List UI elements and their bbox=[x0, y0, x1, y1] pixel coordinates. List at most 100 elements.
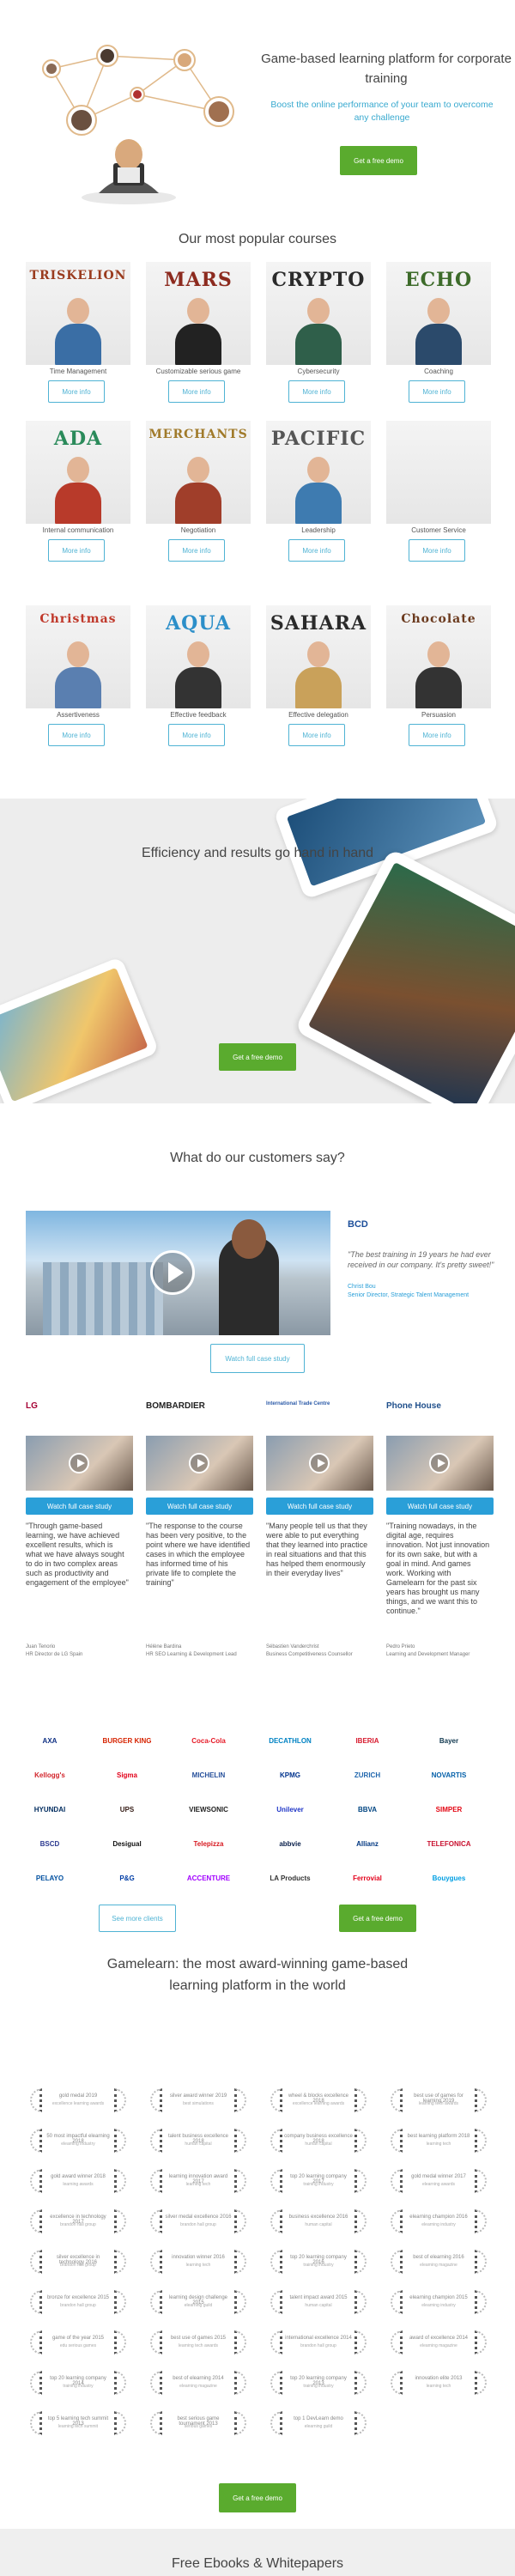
course-image[interactable]: SAHARA bbox=[266, 605, 371, 708]
award-name: gold medal winner 2017 bbox=[411, 2174, 466, 2179]
more-info-button[interactable]: More info bbox=[288, 724, 345, 746]
laurel-right-icon bbox=[475, 2169, 487, 2193]
award-issuer: learning awards bbox=[63, 2182, 94, 2187]
award-badge: international excellence 2014 brandon hal… bbox=[270, 2329, 367, 2356]
award-name: bronze for excellence 2015 bbox=[46, 2295, 110, 2300]
award-badge: top 20 learning company 2017 training ind… bbox=[270, 2167, 367, 2195]
watch-case-study-button[interactable]: Watch full case study bbox=[386, 1498, 494, 1515]
course-image[interactable]: Chocolate bbox=[386, 605, 491, 708]
more-info-button[interactable]: More info bbox=[168, 380, 225, 403]
company-logo: Phone House bbox=[386, 1401, 441, 1411]
laurel-right-icon bbox=[234, 2330, 246, 2354]
course-image[interactable] bbox=[386, 421, 491, 524]
award-name: international excellence 2014 bbox=[285, 2336, 352, 2341]
award-name: best use of games 2015 bbox=[170, 2336, 227, 2341]
award-name: business excellence 2016 bbox=[288, 2215, 348, 2220]
ebooks-title: Free Ebooks & Whitepapers bbox=[171, 2556, 344, 2571]
more-info-button[interactable]: More info bbox=[168, 539, 225, 562]
more-info-button[interactable]: More info bbox=[409, 380, 465, 403]
award-badge: learning innovation award 2017 learning t… bbox=[150, 2167, 246, 2195]
laurel-right-icon bbox=[354, 2088, 367, 2112]
laurel-right-icon bbox=[475, 2088, 487, 2112]
efficiency-demo-button[interactable]: Get a free demo bbox=[219, 1043, 296, 1071]
award-badge: innovation winner 2016 learning tech bbox=[150, 2248, 246, 2275]
award-badge: silver medal excellence 2016 brandon hall… bbox=[150, 2208, 246, 2235]
laurel-left-icon bbox=[270, 2371, 282, 2395]
case-study-video[interactable] bbox=[386, 1436, 494, 1491]
watch-case-study-button[interactable]: Watch full case study bbox=[266, 1498, 373, 1515]
client-logo: UPS bbox=[119, 1805, 135, 1814]
laurel-left-icon bbox=[270, 2209, 282, 2233]
course-name: Coaching bbox=[424, 368, 453, 375]
character-body bbox=[55, 667, 101, 708]
more-info-button[interactable]: More info bbox=[48, 724, 105, 746]
character-body bbox=[295, 324, 342, 365]
course-card: ECHO Coaching More info bbox=[386, 262, 491, 425]
course-image[interactable]: AQUA bbox=[146, 605, 251, 708]
course-image[interactable]: CRYPTO bbox=[266, 262, 371, 365]
more-info-button[interactable]: More info bbox=[48, 539, 105, 562]
more-info-button[interactable]: More info bbox=[48, 380, 105, 403]
laurel-right-icon bbox=[354, 2250, 367, 2274]
award-issuer: elearning guild bbox=[304, 2424, 333, 2429]
play-icon[interactable] bbox=[150, 1250, 195, 1295]
play-icon[interactable] bbox=[429, 1453, 450, 1473]
client-logo: LA Products bbox=[270, 1874, 311, 1882]
awards-demo-button[interactable]: Get a free demo bbox=[219, 2483, 296, 2512]
case-study-video[interactable] bbox=[146, 1436, 253, 1491]
award-issuer: learning tech bbox=[426, 2384, 451, 2389]
more-info-button[interactable]: More info bbox=[288, 380, 345, 403]
award-issuer: learning tech bbox=[185, 2182, 211, 2187]
hero-subtitle: Boost the online performance of your tea… bbox=[270, 100, 494, 123]
award-name: best of elearning 2014 bbox=[173, 2376, 224, 2381]
laurel-left-icon bbox=[30, 2290, 42, 2314]
course-title-art: ADA bbox=[53, 428, 103, 450]
hero-demo-button[interactable]: Get a free demo bbox=[340, 146, 417, 175]
clients-demo-button[interactable]: Get a free demo bbox=[339, 1905, 416, 1932]
course-title-art: CRYPTO bbox=[271, 269, 366, 291]
featured-video[interactable] bbox=[26, 1211, 330, 1335]
featured-case-study-button[interactable]: Watch full case study bbox=[210, 1344, 305, 1373]
client-logo: Allianz bbox=[356, 1839, 379, 1848]
case-study-video[interactable] bbox=[266, 1436, 373, 1491]
award-issuer: human capital bbox=[305, 2303, 332, 2308]
award-issuer: elearning magazine bbox=[420, 2263, 457, 2268]
laurel-right-icon bbox=[114, 2209, 126, 2233]
course-image[interactable]: MERCHANTS bbox=[146, 421, 251, 524]
play-icon[interactable] bbox=[189, 1453, 209, 1473]
award-badge: 50 most impactful elearning 2018 elearnin… bbox=[30, 2127, 126, 2154]
more-info-button[interactable]: More info bbox=[168, 724, 225, 746]
testimonial-author: Sébastien Vanderchrist bbox=[266, 1644, 319, 1649]
watch-case-study-button[interactable]: Watch full case study bbox=[146, 1498, 253, 1515]
laurel-left-icon bbox=[150, 2411, 162, 2435]
award-name: elearning champion 2016 bbox=[409, 2215, 468, 2220]
watch-case-study-button[interactable]: Watch full case study bbox=[26, 1498, 133, 1515]
more-info-button[interactable]: More info bbox=[288, 539, 345, 562]
award-badge: silver excellence in technology 2016 bran… bbox=[30, 2248, 126, 2275]
see-more-clients-button[interactable]: See more clients bbox=[99, 1905, 176, 1932]
course-image[interactable]: ECHO bbox=[386, 262, 491, 365]
award-name: gold medal 2019 bbox=[58, 2093, 98, 2099]
testimonial-author: Pedro Prieto bbox=[386, 1644, 415, 1649]
award-badge: top 5 learning tech summit 2013 learning … bbox=[30, 2409, 126, 2437]
play-icon[interactable] bbox=[309, 1453, 330, 1473]
client-logo: Telepizza bbox=[193, 1839, 224, 1848]
course-image[interactable]: ADA bbox=[26, 421, 130, 524]
laurel-left-icon bbox=[391, 2088, 403, 2112]
more-info-button[interactable]: More info bbox=[409, 724, 465, 746]
laurel-right-icon bbox=[475, 2330, 487, 2354]
laurel-left-icon bbox=[150, 2088, 162, 2112]
course-image[interactable]: TRISKELION bbox=[26, 262, 130, 365]
course-image[interactable]: Christmas bbox=[26, 605, 130, 708]
course-image[interactable]: PACIFIC bbox=[266, 421, 371, 524]
laurel-right-icon bbox=[114, 2250, 126, 2274]
client-logo: IBERIA bbox=[355, 1736, 379, 1745]
award-name: innovation elite 2013 bbox=[415, 2376, 463, 2381]
course-image[interactable]: MARS bbox=[146, 262, 251, 365]
case-study-video[interactable] bbox=[26, 1436, 133, 1491]
play-icon[interactable] bbox=[69, 1453, 89, 1473]
more-info-button[interactable]: More info bbox=[409, 539, 465, 562]
client-logo: abbvie bbox=[279, 1839, 301, 1848]
course-title-art: SAHARA bbox=[270, 612, 367, 635]
laurel-right-icon bbox=[354, 2209, 367, 2233]
